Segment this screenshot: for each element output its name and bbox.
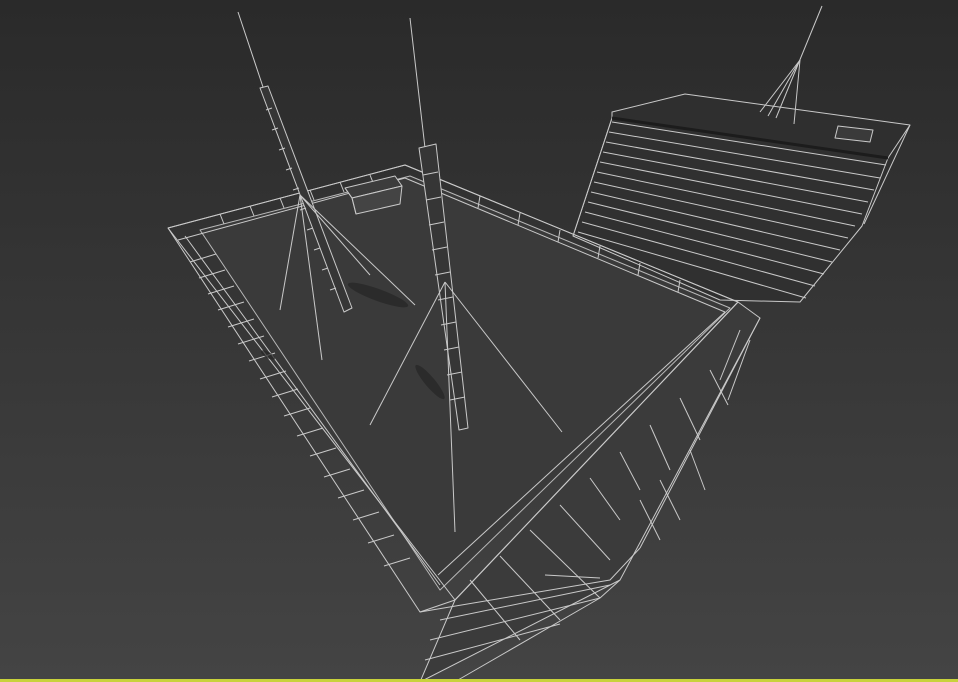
adjacent-tower-block[interactable]: [572, 5, 911, 303]
3d-viewport-perspective[interactable]: [0, 0, 958, 682]
wireframe-scene[interactable]: [0, 0, 958, 682]
